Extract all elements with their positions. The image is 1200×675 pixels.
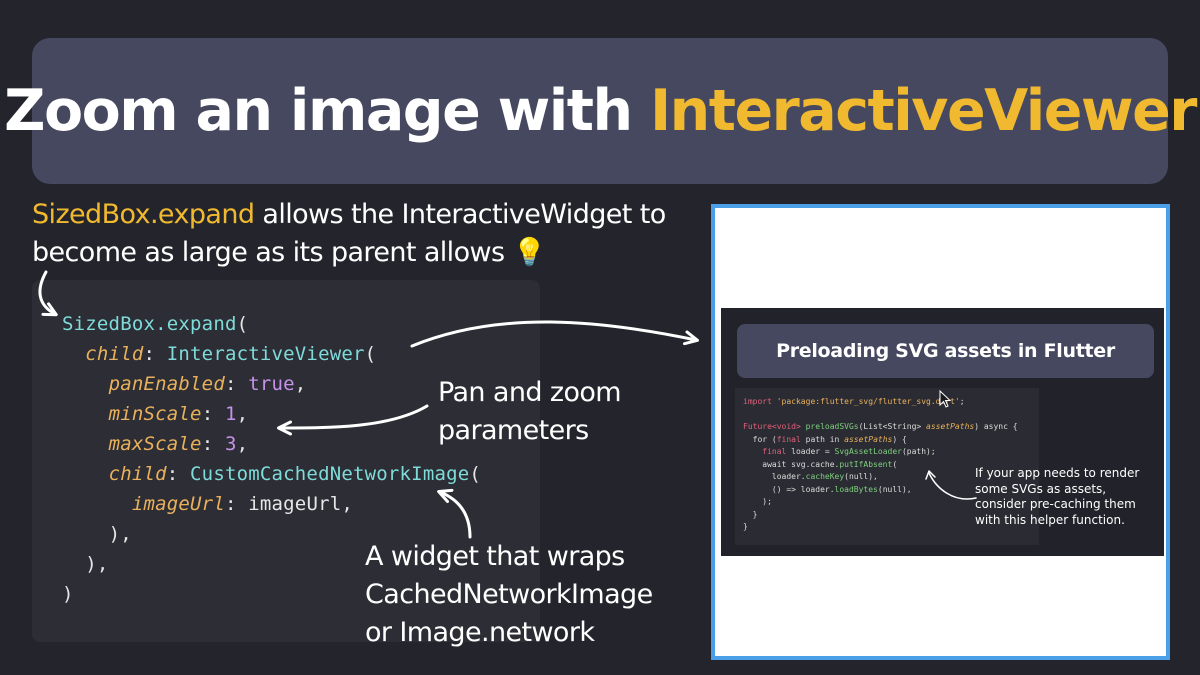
arrow-to-screenshot: [410, 320, 699, 348]
arrow-to-sizedbox: [38, 270, 58, 317]
embedded-screenshot: Preloading SVG assets in Flutter import …: [711, 204, 1170, 660]
screenshot-content: Preloading SVG assets in Flutter import …: [721, 308, 1164, 556]
arrow-to-parameters: [277, 404, 429, 436]
arrow-to-custom-image: [437, 488, 472, 539]
screenshot-note: If your app needs to render some SVGs as…: [975, 466, 1140, 527]
